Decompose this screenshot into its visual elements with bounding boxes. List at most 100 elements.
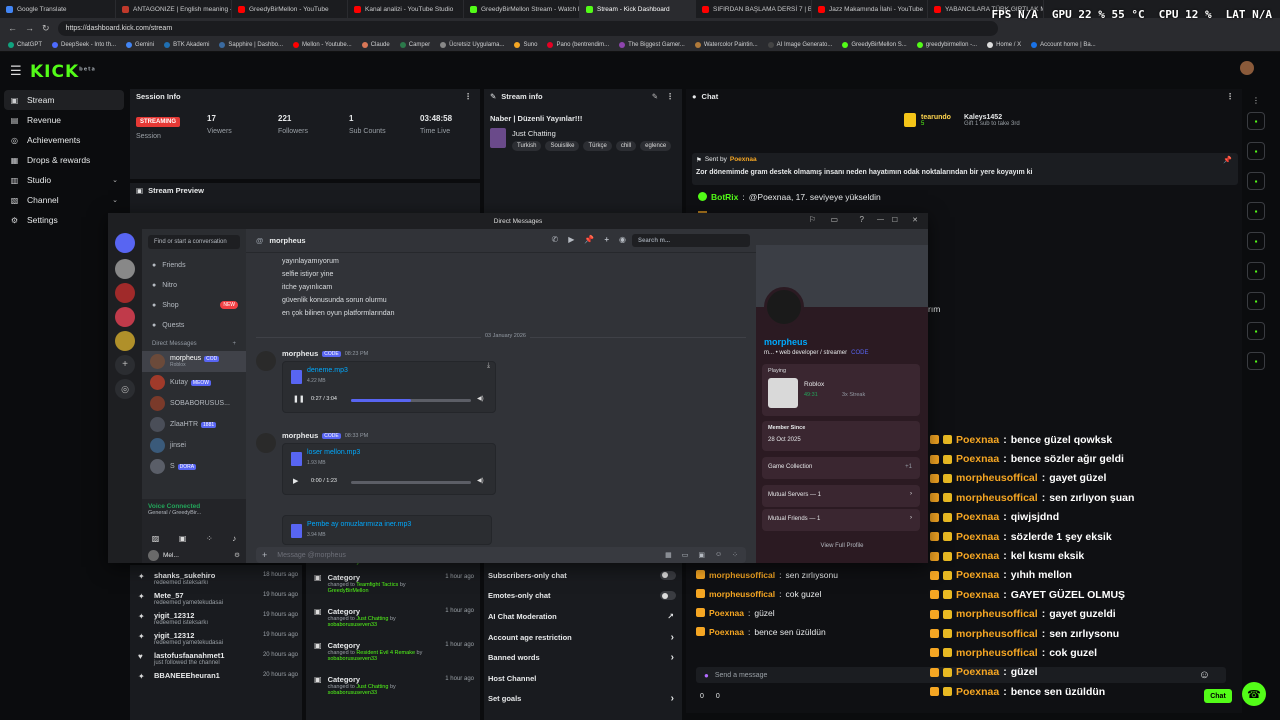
sidebar-item-revenue[interactable]: ▤ Revenue — [4, 110, 124, 130]
setting-row[interactable]: Subscribers-only chat — [488, 565, 682, 586]
soundboard-icon[interactable]: ♪ — [232, 534, 236, 543]
more-icon[interactable]: ⋮ — [666, 92, 674, 101]
edit-icon[interactable]: ✎ — [652, 92, 658, 101]
help-icon[interactable]: ? — [860, 215, 864, 224]
self-avatar[interactable] — [148, 549, 159, 561]
bookmark-item[interactable]: Gemini — [126, 41, 154, 48]
new-dm-icon[interactable]: + — [232, 341, 236, 347]
browser-tab[interactable]: GreedyBirMellon - YouTube — [232, 0, 348, 18]
bookmark-item[interactable]: The Biggest Gamer... — [619, 41, 685, 48]
browser-tab[interactable]: ANTAGONIZE | English meaning - C... — [116, 0, 232, 18]
browser-tab[interactable]: Google Translate — [0, 0, 116, 18]
profile-avatar[interactable] — [764, 287, 804, 327]
more-icon[interactable]: ⋮ — [464, 92, 472, 101]
calendar-icon[interactable]: ▪ — [1247, 262, 1265, 280]
bookmark-item[interactable]: ChatGPT — [8, 41, 42, 48]
bookmark-item[interactable]: BTK Akademi — [164, 41, 209, 48]
browser-tab[interactable]: Kanal analizi - YouTube Studio — [348, 0, 464, 18]
server-icon[interactable] — [115, 283, 135, 303]
bookmark-item[interactable]: Watercolor Paintin... — [694, 41, 758, 48]
flag-icon[interactable]: ⚐ — [809, 215, 816, 224]
dm-list-item[interactable]: morpheus COD Roblox — [142, 351, 246, 372]
game-collection-card[interactable]: Game Collection +1 — [762, 457, 920, 479]
add-friend-icon[interactable]: + — [604, 235, 609, 244]
bookmark-item[interactable]: Suno — [514, 41, 537, 48]
download-icon[interactable]: ⤓ — [487, 362, 490, 370]
message-input[interactable]: + Message @morpheus ▦ ▭ ▣ ☺ ⁘ — [256, 547, 746, 563]
play-icon[interactable]: ▶ — [293, 477, 298, 485]
sidebar-item-settings[interactable]: ⚙ Settings — [4, 210, 124, 230]
discover-icon[interactable]: ◎ — [115, 379, 135, 399]
call-icon[interactable]: ✆ — [552, 235, 559, 244]
bookmark-item[interactable]: DeepSeek - Into th... — [52, 41, 116, 48]
toggle-switch[interactable] — [660, 591, 676, 601]
mutual-friends-card[interactable]: Mutual Friends — 1 › — [762, 509, 920, 531]
bookmark-item[interactable]: Ücretsiz Uygulama... — [440, 41, 504, 48]
bookmark-item[interactable]: Claude — [361, 41, 390, 48]
send-chat-button[interactable]: Chat — [1204, 689, 1232, 703]
forward-icon[interactable]: → — [25, 23, 34, 33]
reload-icon[interactable]: ↻ — [42, 23, 50, 34]
dm-list-item[interactable]: ZlaaHTR 1881 — [142, 414, 246, 435]
volume-icon[interactable]: ◀) — [477, 395, 484, 402]
apps-icon[interactable]: ⁘ — [732, 551, 738, 559]
browser-tab[interactable]: Jazz Makamında İlahi - YouTube — [812, 0, 928, 18]
help-chat-button[interactable]: ☎ — [1242, 682, 1266, 706]
stream-tag[interactable]: chill — [615, 141, 637, 151]
toggle-switch[interactable] — [660, 570, 676, 580]
sidebar-item-achievements[interactable]: ◎ Achievements — [4, 130, 124, 150]
bookmark-item[interactable]: Pano (bentrendim... — [547, 41, 609, 48]
video-icon[interactable]: ▶ — [568, 235, 574, 244]
edit-icon[interactable]: ▪ — [1247, 112, 1265, 130]
bookmark-item[interactable]: Mellon - Youtube... — [293, 41, 352, 48]
setting-row[interactable]: Banned words › — [488, 647, 682, 668]
sidebar-item-studio[interactable]: ▥ Studio ⌄ — [4, 170, 124, 190]
discord-home-icon[interactable] — [115, 233, 135, 253]
minimize-icon[interactable]: — — [877, 216, 884, 223]
user-avatar[interactable] — [1240, 61, 1254, 75]
bookmark-item[interactable]: Sapphire | Dashbo... — [219, 41, 283, 48]
back-icon[interactable]: ← — [8, 23, 17, 33]
layout-icon[interactable]: ▪ — [1247, 142, 1265, 160]
sidebar-item-stream[interactable]: ▣ Stream — [4, 90, 124, 110]
volume-icon[interactable]: ◀) — [477, 477, 484, 484]
browser-tab[interactable]: GreedyBirMellon Stream - Watch L... — [464, 0, 580, 18]
avatar[interactable] — [256, 351, 276, 371]
stream-tag[interactable]: Turkish — [512, 141, 542, 151]
more-icon[interactable]: ⋮ — [1226, 92, 1234, 101]
activity-icon[interactable]: ⁘ — [206, 534, 213, 543]
dm-list-item[interactable]: SOBABORUSUS... — [142, 393, 246, 414]
share-icon[interactable]: ▪ — [1247, 352, 1265, 370]
screenshare-icon[interactable]: ▣ — [179, 534, 187, 543]
emoji-icon[interactable]: ☺ — [715, 551, 722, 559]
more-icon[interactable]: ⋮ — [1252, 96, 1260, 105]
settings-gear-icon[interactable]: ⚙ — [234, 551, 240, 559]
bookmark-item[interactable]: AI Image Generato... — [767, 41, 832, 48]
server-icon[interactable] — [115, 331, 135, 351]
wrench-icon[interactable]: ▪ — [1247, 322, 1265, 340]
chevron-down-icon[interactable]: ⌄ — [112, 176, 118, 184]
inbox-icon[interactable]: ▭ — [830, 215, 838, 224]
gif-icon[interactable]: ▭ — [682, 551, 689, 559]
audio-progress-bar[interactable] — [351, 481, 471, 484]
stream-tag[interactable]: Türkçe — [583, 141, 612, 151]
sidebar-item-channel[interactable]: ▧ Channel ⌄ — [4, 190, 124, 210]
setting-row[interactable]: Emotes-only chat — [488, 586, 682, 607]
sidebar-item-drops-rewards[interactable]: ▦ Drops & rewards — [4, 150, 124, 170]
audio-progress-bar[interactable] — [351, 399, 471, 402]
emoji-icon[interactable]: ☺ — [1199, 669, 1210, 681]
bookmark-item[interactable]: GreedyBirMellon S... — [842, 41, 907, 48]
add-attachment-icon[interactable]: + — [262, 550, 267, 560]
server-icon[interactable] — [115, 307, 135, 327]
view-full-profile-link[interactable]: View Full Profile — [756, 543, 928, 549]
mutual-servers-card[interactable]: Mutual Servers — 1 › — [762, 485, 920, 507]
discord-nav-nitro[interactable]: ● Nitro — [142, 275, 246, 295]
camera-off-icon[interactable]: ▨ — [152, 534, 160, 543]
chevron-down-icon[interactable]: ⌄ — [112, 196, 118, 204]
bolt-icon[interactable]: ▪ — [1247, 172, 1265, 190]
pause-icon[interactable]: ❚❚ — [293, 395, 305, 403]
sticker-icon[interactable]: ▣ — [698, 551, 705, 559]
dm-list-item[interactable]: Kutay MEOW — [142, 372, 246, 393]
stream-tag[interactable]: Souislike — [545, 141, 580, 151]
menu-icon[interactable]: ☰ — [10, 63, 22, 79]
